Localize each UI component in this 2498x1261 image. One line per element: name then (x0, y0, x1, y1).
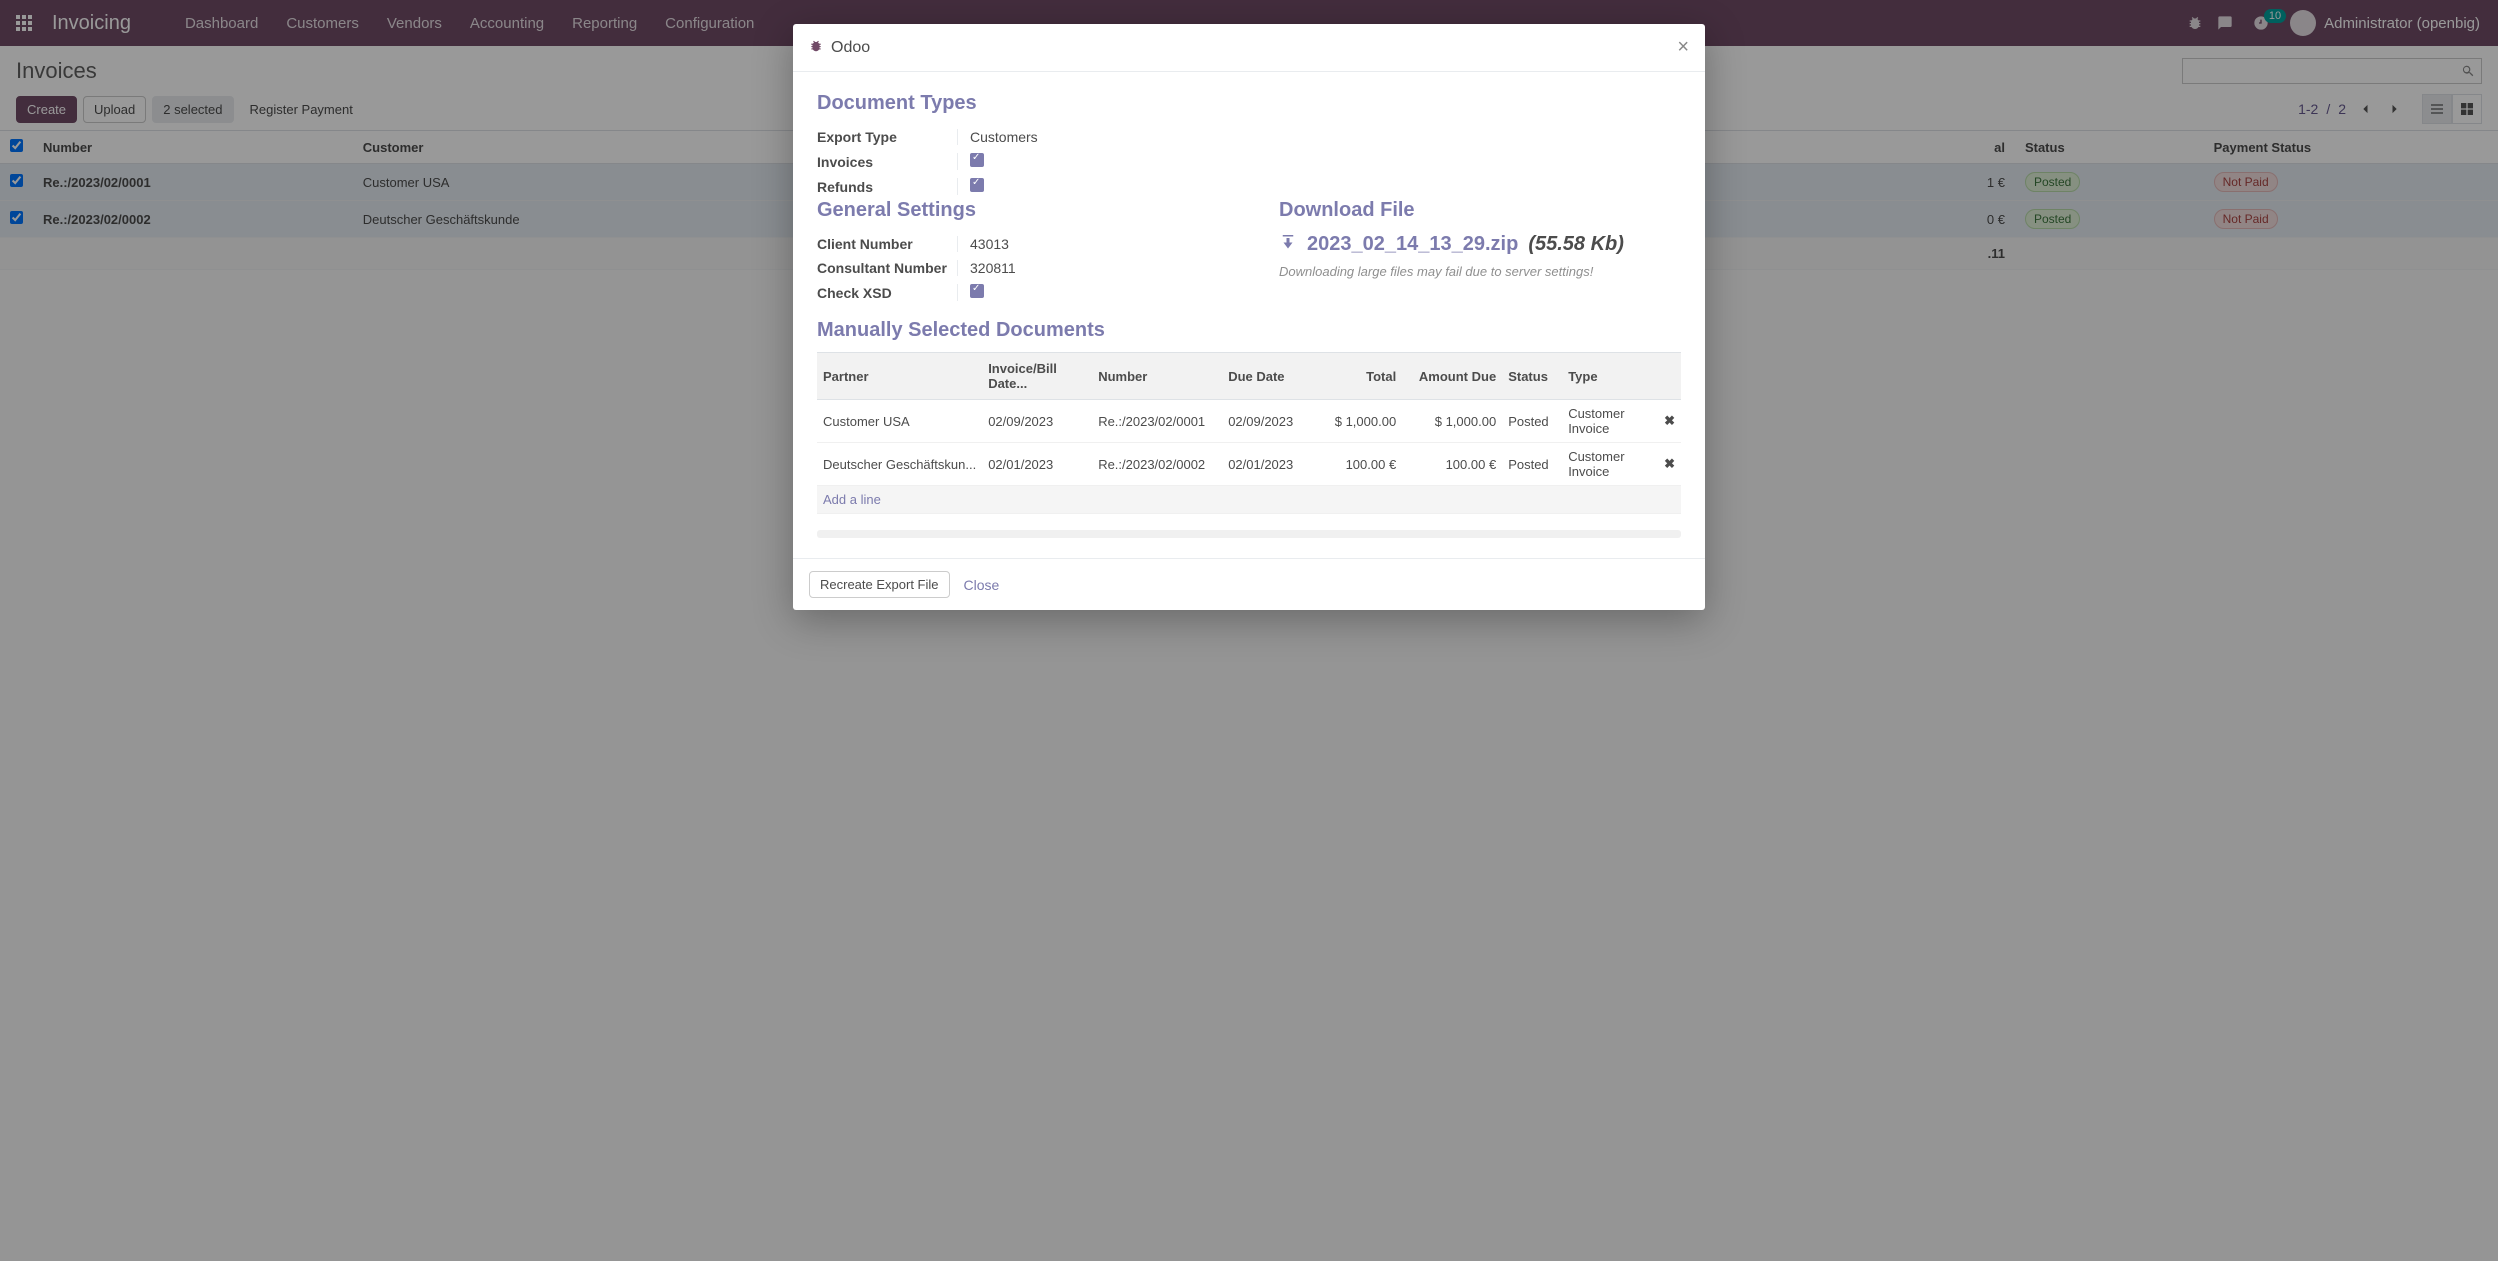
delete-row-icon[interactable]: ✖ (1658, 400, 1681, 443)
document-row[interactable]: Customer USA 02/09/2023 Re.:/2023/02/000… (817, 400, 1681, 443)
document-row[interactable]: Deutscher Geschäftskun... 02/01/2023 Re.… (817, 443, 1681, 486)
section-download-file: Download File (1279, 199, 1681, 222)
refunds-checkbox[interactable] (970, 178, 984, 192)
modal-backdrop: Odoo × Document Types Export Type Custom… (0, 0, 2498, 1261)
section-document-types: Document Types (817, 92, 1681, 115)
download-icon (1279, 232, 1297, 256)
consultant-number-label: Consultant Number (817, 260, 957, 276)
dcol-type[interactable]: Type (1562, 353, 1658, 400)
horizontal-scrollbar[interactable] (817, 530, 1681, 538)
dcol-amount-due[interactable]: Amount Due (1402, 353, 1502, 400)
section-manual-documents: Manually Selected Documents (817, 319, 1681, 342)
check-xsd-checkbox[interactable] (970, 284, 984, 298)
dcol-due[interactable]: Due Date (1222, 353, 1312, 400)
dcol-partner[interactable]: Partner (817, 353, 982, 400)
bug-icon (809, 39, 823, 56)
download-size: (55.58 Kb) (1528, 233, 1624, 256)
refunds-label: Refunds (817, 179, 957, 195)
close-icon[interactable]: × (1677, 36, 1689, 59)
section-general-settings: General Settings (817, 199, 1219, 222)
dcol-number[interactable]: Number (1092, 353, 1222, 400)
download-link[interactable]: 2023_02_14_13_29.zip (1307, 233, 1518, 256)
add-line-button[interactable]: Add a line (817, 486, 1681, 514)
close-button[interactable]: Close (964, 577, 1000, 593)
dcol-date[interactable]: Invoice/Bill Date... (982, 353, 1092, 400)
recreate-export-button[interactable]: Recreate Export File (809, 571, 950, 598)
modal-dialog: Odoo × Document Types Export Type Custom… (793, 24, 1705, 610)
client-number-label: Client Number (817, 236, 957, 252)
check-xsd-label: Check XSD (817, 285, 957, 301)
client-number-value: 43013 (957, 236, 1219, 252)
invoices-label: Invoices (817, 154, 957, 170)
delete-row-icon[interactable]: ✖ (1658, 443, 1681, 486)
export-type-value: Customers (957, 129, 1681, 145)
dcol-total[interactable]: Total (1312, 353, 1402, 400)
consultant-number-value: 320811 (957, 260, 1219, 276)
modal-title: Odoo (831, 39, 1677, 57)
dcol-status[interactable]: Status (1502, 353, 1562, 400)
download-note: Downloading large files may fail due to … (1279, 264, 1681, 279)
invoices-checkbox[interactable] (970, 153, 984, 167)
documents-table: Partner Invoice/Bill Date... Number Due … (817, 352, 1681, 514)
export-type-label: Export Type (817, 129, 957, 145)
